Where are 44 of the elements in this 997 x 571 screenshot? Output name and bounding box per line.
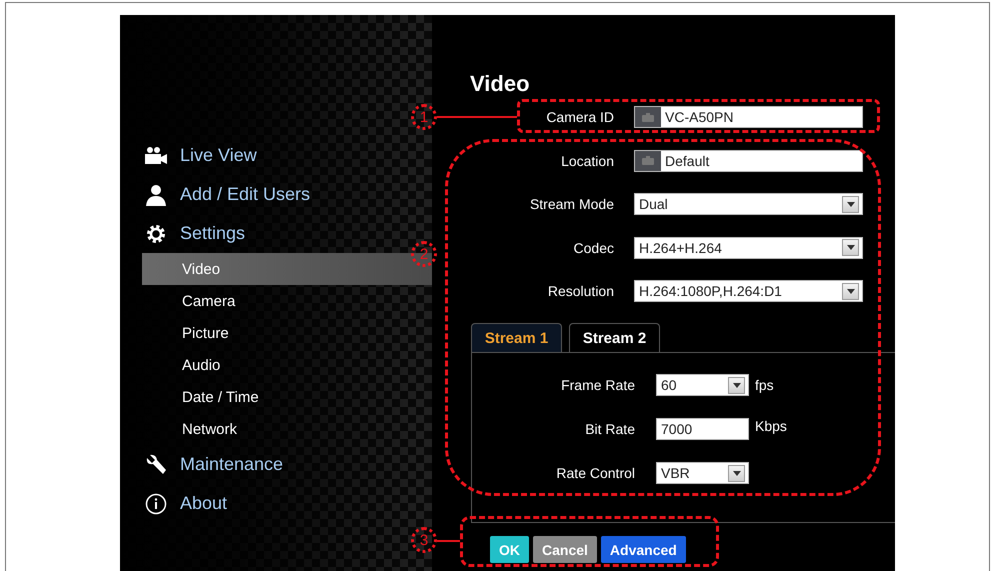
dropdown-field[interactable]: VBR — [656, 462, 749, 484]
callout-number: 2 — [411, 241, 437, 267]
submenu-item[interactable]: Date / Time — [142, 381, 432, 413]
field-label: Codec — [574, 240, 614, 256]
submenu-item[interactable]: Network — [142, 413, 432, 445]
text-field[interactable]: VC-A50PN — [634, 106, 863, 128]
stream-tab[interactable]: Stream 1 — [471, 323, 562, 352]
field-label: Camera ID — [546, 109, 614, 125]
menu-item[interactable]: Settings — [142, 214, 246, 253]
wrench-icon — [144, 454, 168, 476]
submenu-item[interactable]: Picture — [142, 317, 432, 349]
camera-icon — [635, 150, 661, 170]
menu-item[interactable]: About — [142, 484, 228, 523]
text-field[interactable]: 7000 — [656, 418, 749, 440]
user-icon — [144, 184, 168, 206]
text-field[interactable]: Default — [634, 150, 863, 172]
callout-number: 3 — [411, 527, 437, 553]
field-label: Stream Mode — [530, 196, 614, 212]
dropdown-field[interactable]: H.264+H.264 — [634, 236, 863, 258]
unit-label: Kbps — [755, 418, 788, 434]
dropdown-field[interactable]: H.264:1080P,H.264:D1 — [634, 280, 863, 302]
menu-item[interactable]: Live View — [142, 136, 257, 175]
menu-item[interactable]: Maintenance — [142, 445, 284, 484]
submenu-item[interactable]: Camera — [142, 285, 432, 317]
dropdown-field[interactable]: Dual — [634, 193, 863, 215]
cancel-button[interactable]: Cancel — [533, 536, 597, 563]
field-label: Frame Rate — [561, 377, 635, 393]
field-label: Bit Rate — [585, 421, 635, 437]
stream-tab[interactable]: Stream 2 — [569, 323, 660, 352]
field-label: Resolution — [548, 283, 614, 299]
camera-icon — [635, 107, 661, 127]
video-camera-icon — [144, 144, 168, 166]
settings-icon — [144, 222, 168, 244]
page-title: Video — [470, 70, 531, 98]
dropdown-field[interactable]: 60 — [656, 374, 749, 396]
unit-label: fps — [755, 377, 775, 393]
advanced-button[interactable]: Advanced — [600, 536, 686, 563]
menu-item[interactable]: Add / Edit Users — [142, 175, 310, 214]
field-label: Location — [561, 152, 614, 168]
info-icon — [144, 492, 168, 514]
callout-number: 1 — [411, 104, 437, 130]
leader-line — [437, 540, 460, 542]
submenu-item[interactable]: Audio — [142, 349, 432, 381]
field-label: Rate Control — [556, 465, 635, 481]
